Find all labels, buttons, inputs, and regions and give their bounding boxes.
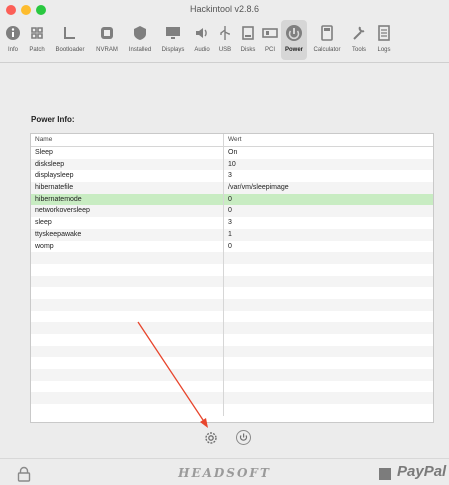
footer-divider	[0, 458, 449, 459]
annotation-arrow	[137, 321, 208, 428]
app-window: Hackintool v2.8.6 Info Patch Bootloader …	[0, 0, 449, 485]
paypal-card-icon	[379, 468, 391, 480]
paypal-donate-button[interactable]: PayPal	[397, 463, 446, 480]
